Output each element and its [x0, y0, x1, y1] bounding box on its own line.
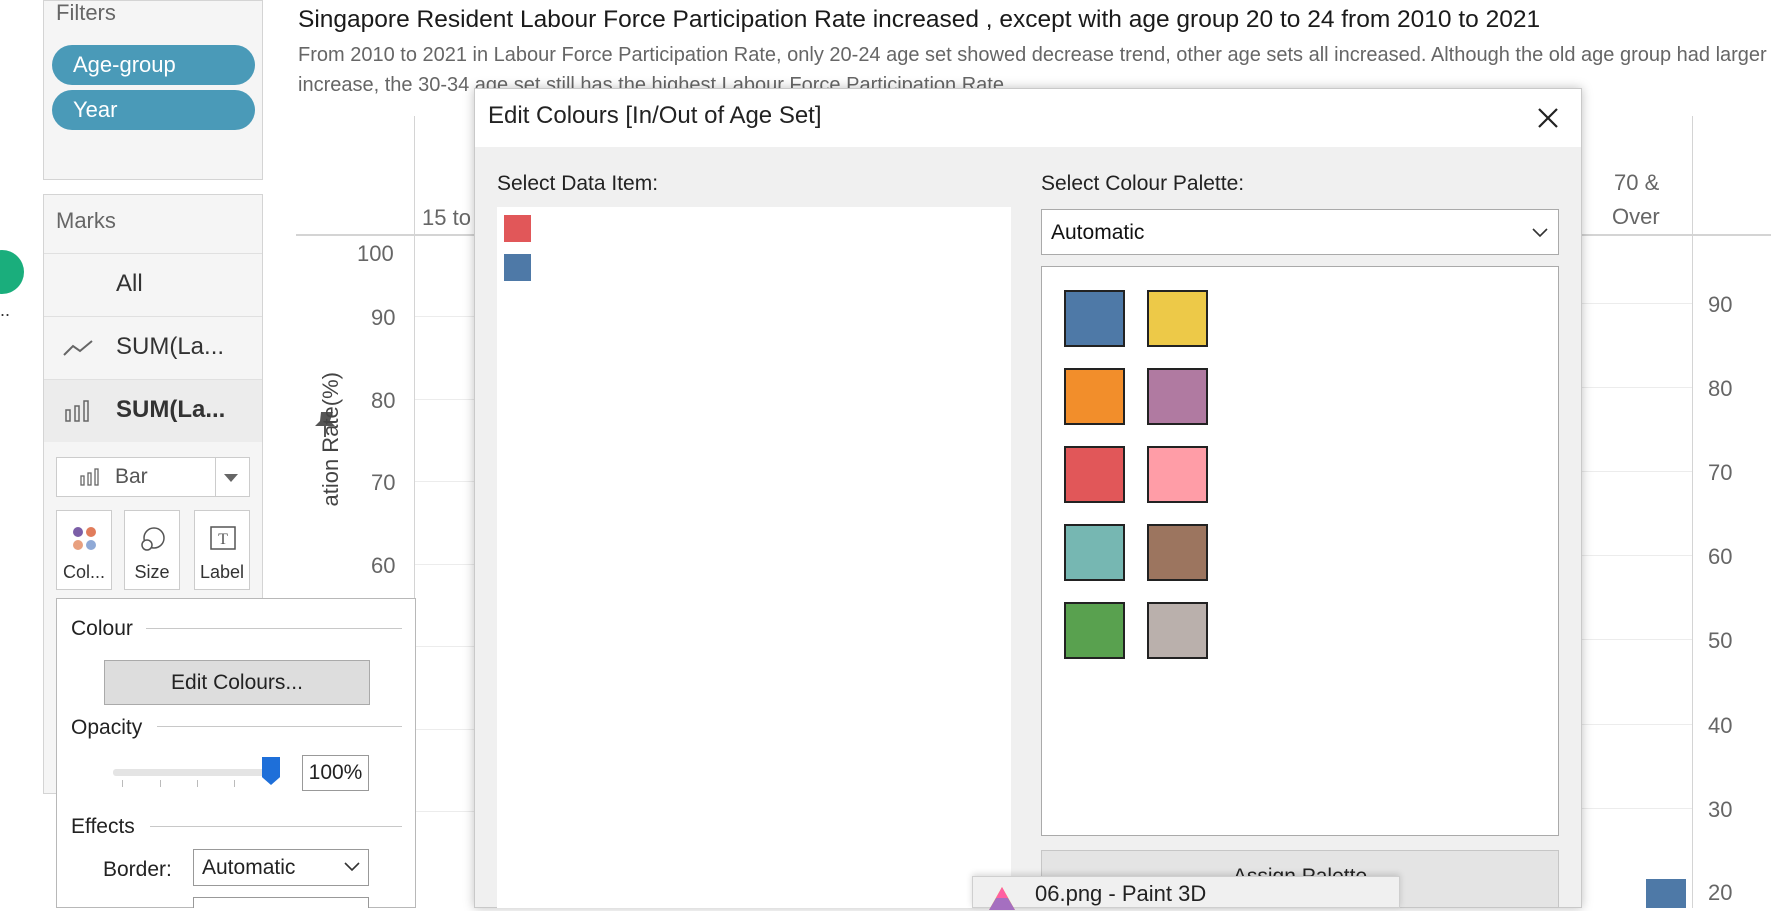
palette-swatch[interactable]: [1147, 446, 1208, 503]
dialog-title: Edit Colours [In/Out of Age Set]: [488, 102, 822, 129]
line-mark-icon: [63, 340, 93, 356]
y-axis-tick: 90: [371, 305, 396, 330]
marks-row-all[interactable]: All: [44, 253, 262, 316]
colour-icon: [73, 527, 96, 550]
status-dot: [0, 250, 24, 294]
marks-row-label: SUM(La...: [116, 396, 226, 423]
filter-pill-year[interactable]: Year: [52, 90, 255, 130]
label-icon: T: [210, 526, 236, 550]
palette-swatch[interactable]: [1147, 602, 1208, 659]
column-header-age-group: 15 to: [422, 205, 471, 230]
colour-mark-label: Col...: [62, 562, 105, 582]
chevron-down-icon: [1532, 228, 1548, 238]
opacity-value-field[interactable]: 100%: [302, 755, 369, 791]
palette-swatch[interactable]: [1064, 290, 1125, 347]
label-mark-button[interactable]: T Label: [194, 510, 250, 590]
y-axis-tick: 60: [1708, 544, 1733, 569]
size-mark-label: Size: [134, 562, 170, 582]
select-palette-label: Select Colour Palette:: [1041, 172, 1245, 195]
axis-divider-right: [1692, 116, 1693, 908]
y-axis-tick: 100: [357, 241, 394, 266]
y-axis-tick: 30: [1708, 797, 1733, 822]
column-header-age-group: Over: [1612, 204, 1660, 229]
palette-swatch[interactable]: [1064, 446, 1125, 503]
y-axis-tick: 80: [1708, 376, 1733, 401]
effects-select-partial[interactable]: [193, 897, 369, 908]
truncated-label: ..: [0, 300, 11, 320]
data-item-list[interactable]: [497, 207, 1011, 908]
mark-type-value: Bar: [115, 465, 148, 488]
marks-row-label: SUM(La...: [116, 333, 225, 360]
chevron-down-icon: [344, 862, 360, 872]
filter-pill-age-group[interactable]: Age-group: [52, 45, 255, 85]
opacity-section-title: Opacity: [71, 716, 143, 739]
y-axis-tick: 50: [1708, 628, 1733, 653]
palette-swatch[interactable]: [1064, 368, 1125, 425]
y-axis-tick: 90: [1708, 292, 1733, 317]
marks-row-bar[interactable]: SUM(La...: [44, 379, 262, 442]
border-label: Border:: [103, 858, 172, 881]
marks-title: Marks: [56, 208, 116, 233]
chart-bar[interactable]: [1646, 879, 1686, 908]
colour-section-title: Colour: [71, 617, 133, 640]
palette-swatch[interactable]: [1064, 524, 1125, 581]
close-icon[interactable]: [1530, 100, 1566, 136]
filters-title: Filters: [56, 0, 116, 25]
edit-colours-button[interactable]: Edit Colours...: [104, 660, 370, 705]
taskbar-preview-tooltip[interactable]: 06.png - Paint 3D: [972, 876, 1400, 910]
border-select-value: Automatic: [202, 856, 296, 879]
y-axis-tick: 60: [371, 553, 396, 578]
y-axis-tick: 80: [371, 388, 396, 413]
data-item-swatch[interactable]: [504, 254, 531, 281]
worksheet-title: Singapore Resident Labour Force Particip…: [298, 6, 1541, 33]
label-mark-label: Label: [199, 562, 245, 582]
y-axis-tick: 70: [1708, 460, 1733, 485]
palette-select-value: Automatic: [1051, 221, 1145, 244]
y-axis-tick: 20: [1708, 880, 1733, 905]
palette-swatch[interactable]: [1147, 524, 1208, 581]
palette-swatch[interactable]: [1064, 602, 1125, 659]
data-item-swatch[interactable]: [504, 215, 531, 242]
effects-section-title: Effects: [71, 815, 135, 838]
y-axis-tick: 70: [371, 470, 396, 495]
bar-mark-icon: [80, 468, 99, 486]
size-mark-button[interactable]: Size: [124, 510, 180, 590]
opacity-slider[interactable]: [113, 769, 276, 776]
border-select[interactable]: Automatic: [193, 849, 369, 886]
marks-row-line[interactable]: SUM(La...: [44, 316, 262, 379]
chevron-down-icon: [224, 474, 238, 482]
select-data-item-label: Select Data Item:: [497, 172, 659, 195]
bar-mark-icon: [65, 400, 89, 422]
palette-swatch[interactable]: [1147, 368, 1208, 425]
marks-row-label: All: [116, 270, 143, 297]
mark-type-select[interactable]: Bar: [56, 457, 250, 497]
palette-swatch[interactable]: [1147, 290, 1208, 347]
palette-select[interactable]: Automatic: [1041, 209, 1559, 255]
y-axis-tick: 40: [1708, 713, 1733, 738]
paint-3d-icon: [989, 887, 1015, 910]
taskbar-preview-title: 06.png - Paint 3D: [1035, 881, 1207, 906]
size-icon: [141, 527, 165, 551]
svg-text:T: T: [218, 531, 228, 548]
column-header-age-group: 70 &: [1614, 170, 1660, 195]
colour-mark-button[interactable]: Col...: [56, 510, 112, 590]
